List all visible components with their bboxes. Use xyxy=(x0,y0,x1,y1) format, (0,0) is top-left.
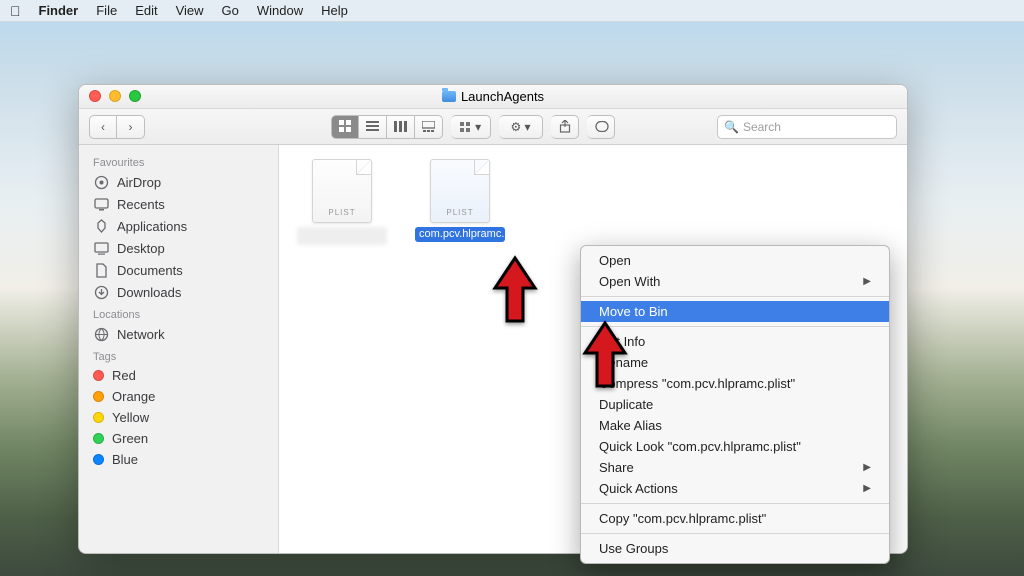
file-name-blurred xyxy=(297,227,387,245)
sidebar-tag-red[interactable]: Red xyxy=(79,365,278,386)
airdrop-icon xyxy=(93,174,109,190)
search-field[interactable]: 🔍 Search xyxy=(717,115,897,139)
ctx-separator xyxy=(581,296,889,297)
menu-go[interactable]: Go xyxy=(222,3,239,18)
menu-window[interactable]: Window xyxy=(257,3,303,18)
ctx-rename[interactable]: Rename xyxy=(581,352,889,373)
app-menu[interactable]: Finder xyxy=(39,3,79,18)
share-button[interactable] xyxy=(551,115,579,139)
window-title: LaunchAgents xyxy=(442,89,544,104)
file-item[interactable]: PLIST xyxy=(297,159,387,245)
tags-button[interactable] xyxy=(587,115,615,139)
sidebar-item-documents[interactable]: Documents xyxy=(79,259,278,281)
sidebar-section-favourites: Favourites xyxy=(79,151,278,171)
menu-file[interactable]: File xyxy=(96,3,117,18)
sidebar-item-airdrop[interactable]: AirDrop xyxy=(79,171,278,193)
ctx-duplicate[interactable]: Duplicate xyxy=(581,394,889,415)
ctx-make-alias[interactable]: Make Alias xyxy=(581,415,889,436)
context-menu: Open Open With▶ Move to Bin Get Info Ren… xyxy=(580,245,890,564)
view-icon-button[interactable] xyxy=(331,115,359,139)
menu-edit[interactable]: Edit xyxy=(135,3,157,18)
arrange-button[interactable]: ▾ xyxy=(451,115,491,139)
tag-dot-icon xyxy=(93,433,104,444)
plist-file-icon: PLIST xyxy=(312,159,372,223)
ctx-open-with[interactable]: Open With▶ xyxy=(581,271,889,292)
sidebar-tag-blue[interactable]: Blue xyxy=(79,449,278,470)
recents-icon xyxy=(93,196,109,212)
folder-icon xyxy=(442,91,456,102)
file-name: com.pcv.hlpramc.plist xyxy=(415,227,505,242)
ctx-compress[interactable]: Compress "com.pcv.hlpramc.plist" xyxy=(581,373,889,394)
ctx-open[interactable]: Open xyxy=(581,250,889,271)
ctx-copy[interactable]: Copy "com.pcv.hlpramc.plist" xyxy=(581,508,889,529)
plist-file-icon: PLIST xyxy=(430,159,490,223)
system-menubar:  Finder File Edit View Go Window Help xyxy=(0,0,1024,22)
ctx-move-to-bin[interactable]: Move to Bin xyxy=(581,301,889,322)
tag-dot-icon xyxy=(93,370,104,381)
tag-dot-icon xyxy=(93,412,104,423)
sidebar-item-network[interactable]: Network xyxy=(79,323,278,345)
search-placeholder: Search xyxy=(743,120,781,134)
ctx-quick-actions[interactable]: Quick Actions▶ xyxy=(581,478,889,499)
action-button[interactable]: ⚙ ▾ xyxy=(499,115,543,139)
sidebar-tag-yellow[interactable]: Yellow xyxy=(79,407,278,428)
ctx-quick-look[interactable]: Quick Look "com.pcv.hlpramc.plist" xyxy=(581,436,889,457)
sidebar-item-recents[interactable]: Recents xyxy=(79,193,278,215)
apple-menu-icon[interactable]:  xyxy=(10,3,21,19)
view-column-button[interactable] xyxy=(387,115,415,139)
submenu-arrow-icon: ▶ xyxy=(863,462,871,473)
applications-icon xyxy=(93,218,109,234)
window-title-text: LaunchAgents xyxy=(461,89,544,104)
downloads-icon xyxy=(93,284,109,300)
nav-buttons: ‹ › xyxy=(89,115,145,139)
sidebar: Favourites AirDrop Recents Applications … xyxy=(79,145,279,553)
minimize-button[interactable] xyxy=(109,90,121,102)
sidebar-item-downloads[interactable]: Downloads xyxy=(79,281,278,303)
menu-view[interactable]: View xyxy=(176,3,204,18)
back-button[interactable]: ‹ xyxy=(89,115,117,139)
documents-icon xyxy=(93,262,109,278)
search-icon: 🔍 xyxy=(724,120,739,134)
window-titlebar[interactable]: LaunchAgents xyxy=(79,85,907,109)
view-gallery-button[interactable] xyxy=(415,115,443,139)
sidebar-item-applications[interactable]: Applications xyxy=(79,215,278,237)
ctx-get-info[interactable]: Get Info xyxy=(581,331,889,352)
sidebar-tag-orange[interactable]: Orange xyxy=(79,386,278,407)
sidebar-tag-green[interactable]: Green xyxy=(79,428,278,449)
sidebar-section-locations: Locations xyxy=(79,303,278,323)
view-switcher xyxy=(331,115,443,139)
submenu-arrow-icon: ▶ xyxy=(863,276,871,287)
traffic-lights xyxy=(89,90,141,102)
close-button[interactable] xyxy=(89,90,101,102)
sidebar-item-desktop[interactable]: Desktop xyxy=(79,237,278,259)
view-list-button[interactable] xyxy=(359,115,387,139)
ctx-share[interactable]: Share▶ xyxy=(581,457,889,478)
zoom-button[interactable] xyxy=(129,90,141,102)
tag-dot-icon xyxy=(93,391,104,402)
ctx-separator xyxy=(581,503,889,504)
file-item-selected[interactable]: PLIST com.pcv.hlpramc.plist xyxy=(415,159,505,242)
menu-help[interactable]: Help xyxy=(321,3,348,18)
forward-button[interactable]: › xyxy=(117,115,145,139)
sidebar-section-tags: Tags xyxy=(79,345,278,365)
network-icon xyxy=(93,326,109,342)
tag-dot-icon xyxy=(93,454,104,465)
ctx-separator xyxy=(581,326,889,327)
desktop-icon xyxy=(93,240,109,256)
submenu-arrow-icon: ▶ xyxy=(863,483,871,494)
toolbar: ‹ › ▾ ⚙ ▾ 🔍 Search xyxy=(79,109,907,145)
ctx-separator xyxy=(581,533,889,534)
ctx-use-groups[interactable]: Use Groups xyxy=(581,538,889,559)
